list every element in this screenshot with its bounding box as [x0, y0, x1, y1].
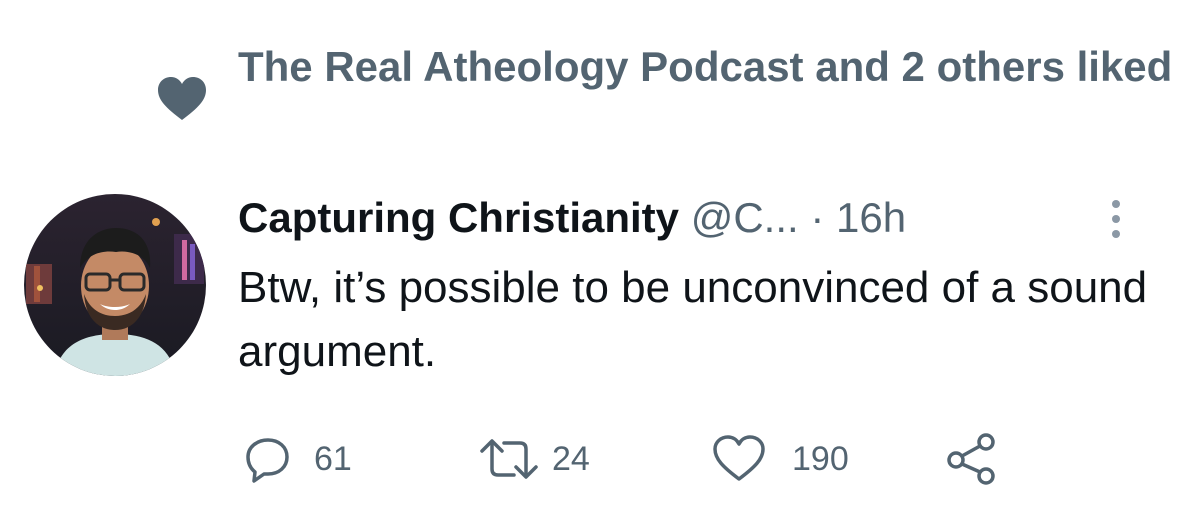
reply-icon — [244, 435, 292, 483]
tweet-header: Capturing Christianity @C... · 16h — [238, 186, 1168, 250]
social-context-text[interactable]: The Real Atheology Podcast and 2 others … — [238, 36, 1173, 98]
timestamp[interactable]: 16h — [836, 194, 906, 241]
like-count: 190 — [792, 439, 849, 478]
retweet-button[interactable]: 24 — [478, 430, 590, 488]
heart-filled-icon — [156, 76, 208, 122]
author-handle[interactable]: @C... — [691, 194, 799, 241]
avatar[interactable] — [24, 194, 206, 376]
share-icon — [944, 432, 998, 486]
reply-button[interactable]: 61 — [244, 430, 352, 488]
social-context: The Real Atheology Podcast and 2 others … — [0, 0, 1178, 130]
more-options-icon[interactable] — [1106, 196, 1126, 242]
retweet-icon — [478, 435, 540, 483]
share-button[interactable] — [944, 430, 998, 488]
like-button[interactable]: 190 — [712, 430, 849, 488]
retweet-count: 24 — [552, 439, 590, 478]
heart-icon — [712, 435, 766, 483]
separator-dot: · — [810, 194, 825, 241]
tweet-card[interactable]: The Real Atheology Podcast and 2 others … — [0, 0, 1178, 517]
tweet-text: Btw, it’s possible to be unconvinced of … — [238, 263, 1148, 376]
author-name[interactable]: Capturing Christianity — [238, 194, 679, 241]
reply-count: 61 — [314, 439, 352, 478]
